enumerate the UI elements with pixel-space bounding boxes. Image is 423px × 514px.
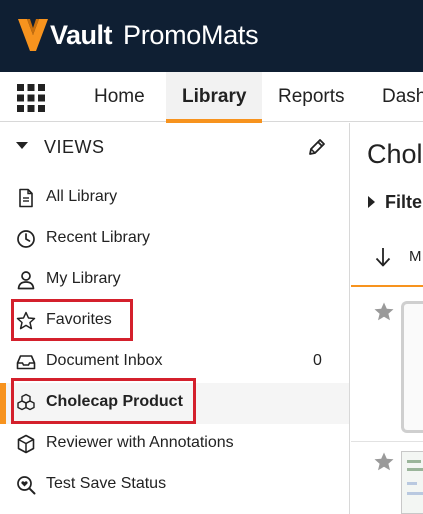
selected-indicator xyxy=(0,383,6,424)
view-label: My Library xyxy=(46,270,121,287)
view-label: Reviewer with Annotations xyxy=(46,434,234,451)
highlight-cholecap-product xyxy=(11,378,196,424)
document-icon xyxy=(19,188,33,208)
view-recent-library[interactable]: Recent Library xyxy=(0,219,349,260)
view-reviewer-with-annotations[interactable]: Reviewer with Annotations xyxy=(0,424,349,465)
sort-header: M xyxy=(351,237,423,287)
brand-app-name: PromoMats xyxy=(123,20,259,50)
brand-header: Vault PromoMats xyxy=(0,0,423,72)
search-heart-icon xyxy=(17,476,36,495)
caret-right-icon[interactable] xyxy=(368,196,375,208)
apps-grid-icon[interactable] xyxy=(17,84,45,112)
tab-library[interactable]: Library xyxy=(166,72,263,123)
view-count: 0 xyxy=(313,352,322,369)
cube-icon xyxy=(17,434,35,454)
brand-vault-text: Vault xyxy=(50,20,113,50)
view-test-save-status[interactable]: Test Save Status xyxy=(0,465,349,506)
document-thumbnail[interactable] xyxy=(401,301,423,433)
filters-toggle[interactable]: Filte xyxy=(385,192,422,213)
vault-v-logo-icon xyxy=(18,19,48,51)
star-filled-icon[interactable] xyxy=(373,301,395,323)
view-document-inbox[interactable]: Document Inbox 0 xyxy=(0,342,349,383)
view-label: All Library xyxy=(46,188,118,205)
view-label: Test Save Status xyxy=(46,475,167,492)
arrow-down-icon[interactable] xyxy=(374,246,392,268)
pencil-icon[interactable] xyxy=(307,137,327,157)
main-navigation: Home Library Reports Dash xyxy=(0,72,423,123)
inbox-icon xyxy=(16,355,36,370)
star-filled-icon[interactable] xyxy=(373,451,395,473)
clock-icon xyxy=(17,230,35,248)
document-thumbnail[interactable] xyxy=(401,451,423,514)
views-title: VIEWS xyxy=(44,137,105,157)
row-divider xyxy=(351,441,423,442)
sort-column-label[interactable]: M xyxy=(409,248,422,265)
user-icon xyxy=(17,271,35,290)
tab-home[interactable]: Home xyxy=(78,72,161,122)
view-label: Document Inbox xyxy=(46,352,163,369)
views-header[interactable]: VIEWS xyxy=(0,135,349,163)
view-my-library[interactable]: My Library xyxy=(0,260,349,301)
view-all-library[interactable]: All Library xyxy=(0,178,349,219)
highlight-favorites xyxy=(11,299,133,341)
tab-dashboards[interactable]: Dash xyxy=(366,72,423,122)
view-label: Recent Library xyxy=(46,229,151,246)
tab-reports[interactable]: Reports xyxy=(262,72,361,122)
page-title: Chole xyxy=(367,139,423,169)
main-content: Chole Filte M xyxy=(351,123,423,514)
caret-down-icon[interactable] xyxy=(16,142,28,149)
